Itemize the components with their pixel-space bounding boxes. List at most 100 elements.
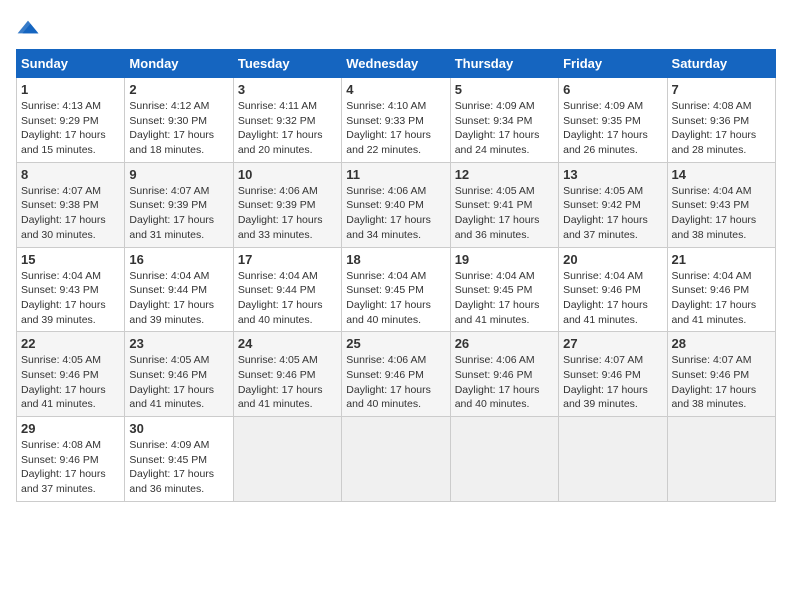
day-info: Sunrise: 4:04 AMSunset: 9:45 PMDaylight:…: [346, 269, 445, 328]
calendar-cell: 21 Sunrise: 4:04 AMSunset: 9:46 PMDayligh…: [667, 247, 775, 332]
calendar-cell: 24 Sunrise: 4:05 AMSunset: 9:46 PMDayligh…: [233, 332, 341, 417]
calendar-cell: 16 Sunrise: 4:04 AMSunset: 9:44 PMDayligh…: [125, 247, 233, 332]
day-number: 23: [129, 336, 228, 351]
calendar-week-4: 22 Sunrise: 4:05 AMSunset: 9:46 PMDayligh…: [17, 332, 776, 417]
calendar-cell: 4 Sunrise: 4:10 AMSunset: 9:33 PMDaylight…: [342, 78, 450, 163]
day-number: 6: [563, 82, 662, 97]
day-number: 3: [238, 82, 337, 97]
day-number: 21: [672, 252, 771, 267]
calendar-cell: 15 Sunrise: 4:04 AMSunset: 9:43 PMDayligh…: [17, 247, 125, 332]
calendar-cell: 19 Sunrise: 4:04 AMSunset: 9:45 PMDayligh…: [450, 247, 558, 332]
logo: [16, 16, 44, 37]
calendar-cell: 29 Sunrise: 4:08 AMSunset: 9:46 PMDayligh…: [17, 417, 125, 502]
day-info: Sunrise: 4:04 AMSunset: 9:44 PMDaylight:…: [129, 269, 228, 328]
logo-icon: [16, 17, 40, 37]
col-header-saturday: Saturday: [667, 50, 775, 78]
calendar-cell: 6 Sunrise: 4:09 AMSunset: 9:35 PMDaylight…: [559, 78, 667, 163]
calendar-week-2: 8 Sunrise: 4:07 AMSunset: 9:38 PMDaylight…: [17, 162, 776, 247]
calendar-cell: 18 Sunrise: 4:04 AMSunset: 9:45 PMDayligh…: [342, 247, 450, 332]
day-number: 16: [129, 252, 228, 267]
calendar-week-3: 15 Sunrise: 4:04 AMSunset: 9:43 PMDayligh…: [17, 247, 776, 332]
day-info: Sunrise: 4:06 AMSunset: 9:40 PMDaylight:…: [346, 184, 445, 243]
day-info: Sunrise: 4:04 AMSunset: 9:45 PMDaylight:…: [455, 269, 554, 328]
day-number: 17: [238, 252, 337, 267]
calendar-cell: 3 Sunrise: 4:11 AMSunset: 9:32 PMDaylight…: [233, 78, 341, 163]
day-number: 14: [672, 167, 771, 182]
day-info: Sunrise: 4:10 AMSunset: 9:33 PMDaylight:…: [346, 99, 445, 158]
day-info: Sunrise: 4:12 AMSunset: 9:30 PMDaylight:…: [129, 99, 228, 158]
col-header-friday: Friday: [559, 50, 667, 78]
calendar-cell: 13Sunrise: 4:05 AMSunset: 9:42 PMDayligh…: [559, 162, 667, 247]
day-info: Sunrise: 4:04 AMSunset: 9:46 PMDaylight:…: [672, 269, 771, 328]
day-number: 24: [238, 336, 337, 351]
day-info: Sunrise: 4:11 AMSunset: 9:32 PMDaylight:…: [238, 99, 337, 158]
day-number: 7: [672, 82, 771, 97]
day-number: 29: [21, 421, 120, 436]
calendar-cell: 25Sunrise: 4:06 AMSunset: 9:46 PMDayligh…: [342, 332, 450, 417]
col-header-thursday: Thursday: [450, 50, 558, 78]
calendar-cell: 20 Sunrise: 4:04 AMSunset: 9:46 PMDayligh…: [559, 247, 667, 332]
calendar-cell: 28 Sunrise: 4:07 AMSunset: 9:46 PMDayligh…: [667, 332, 775, 417]
calendar-cell: 1 Sunrise: 4:13 AMSunset: 9:29 PMDaylight…: [17, 78, 125, 163]
calendar-cell: 10Sunrise: 4:06 AMSunset: 9:39 PMDayligh…: [233, 162, 341, 247]
calendar-cell: 12 Sunrise: 4:05 AMSunset: 9:41 PMDayligh…: [450, 162, 558, 247]
calendar-cell: 11 Sunrise: 4:06 AMSunset: 9:40 PMDayligh…: [342, 162, 450, 247]
day-info: Sunrise: 4:04 AMSunset: 9:44 PMDaylight:…: [238, 269, 337, 328]
day-info: Sunrise: 4:05 AMSunset: 9:46 PMDaylight:…: [21, 353, 120, 412]
day-info: Sunrise: 4:09 AMSunset: 9:35 PMDaylight:…: [563, 99, 662, 158]
day-number: 28: [672, 336, 771, 351]
col-header-wednesday: Wednesday: [342, 50, 450, 78]
day-info: Sunrise: 4:09 AMSunset: 9:34 PMDaylight:…: [455, 99, 554, 158]
calendar-cell: [342, 417, 450, 502]
day-number: 12: [455, 167, 554, 182]
calendar-cell: 5Sunrise: 4:09 AMSunset: 9:34 PMDaylight…: [450, 78, 558, 163]
day-number: 25: [346, 336, 445, 351]
day-info: Sunrise: 4:09 AMSunset: 9:45 PMDaylight:…: [129, 438, 228, 497]
calendar-cell: 14 Sunrise: 4:04 AMSunset: 9:43 PMDayligh…: [667, 162, 775, 247]
day-number: 20: [563, 252, 662, 267]
calendar-cell: 9Sunrise: 4:07 AMSunset: 9:39 PMDaylight…: [125, 162, 233, 247]
day-number: 30: [129, 421, 228, 436]
day-number: 27: [563, 336, 662, 351]
day-info: Sunrise: 4:07 AMSunset: 9:46 PMDaylight:…: [672, 353, 771, 412]
day-number: 8: [21, 167, 120, 182]
calendar-cell: 30 Sunrise: 4:09 AMSunset: 9:45 PMDayligh…: [125, 417, 233, 502]
col-header-tuesday: Tuesday: [233, 50, 341, 78]
day-number: 11: [346, 167, 445, 182]
calendar-cell: 2 Sunrise: 4:12 AMSunset: 9:30 PMDaylight…: [125, 78, 233, 163]
col-header-monday: Monday: [125, 50, 233, 78]
day-info: Sunrise: 4:05 AMSunset: 9:42 PMDaylight:…: [563, 184, 662, 243]
calendar-cell: [667, 417, 775, 502]
day-info: Sunrise: 4:04 AMSunset: 9:43 PMDaylight:…: [672, 184, 771, 243]
calendar-cell: 22 Sunrise: 4:05 AMSunset: 9:46 PMDayligh…: [17, 332, 125, 417]
day-info: Sunrise: 4:08 AMSunset: 9:46 PMDaylight:…: [21, 438, 120, 497]
day-info: Sunrise: 4:07 AMSunset: 9:38 PMDaylight:…: [21, 184, 120, 243]
day-info: Sunrise: 4:07 AMSunset: 9:46 PMDaylight:…: [563, 353, 662, 412]
calendar-cell: 23 Sunrise: 4:05 AMSunset: 9:46 PMDayligh…: [125, 332, 233, 417]
calendar-cell: 8 Sunrise: 4:07 AMSunset: 9:38 PMDaylight…: [17, 162, 125, 247]
day-number: 1: [21, 82, 120, 97]
day-info: Sunrise: 4:05 AMSunset: 9:46 PMDaylight:…: [129, 353, 228, 412]
day-number: 19: [455, 252, 554, 267]
day-info: Sunrise: 4:13 AMSunset: 9:29 PMDaylight:…: [21, 99, 120, 158]
calendar-cell: [233, 417, 341, 502]
day-number: 26: [455, 336, 554, 351]
calendar-cell: [450, 417, 558, 502]
day-info: Sunrise: 4:05 AMSunset: 9:46 PMDaylight:…: [238, 353, 337, 412]
day-info: Sunrise: 4:06 AMSunset: 9:39 PMDaylight:…: [238, 184, 337, 243]
day-info: Sunrise: 4:04 AMSunset: 9:43 PMDaylight:…: [21, 269, 120, 328]
day-number: 22: [21, 336, 120, 351]
calendar-cell: 17 Sunrise: 4:04 AMSunset: 9:44 PMDayligh…: [233, 247, 341, 332]
calendar-cell: [559, 417, 667, 502]
day-number: 4: [346, 82, 445, 97]
day-number: 18: [346, 252, 445, 267]
calendar-header-row: SundayMondayTuesdayWednesdayThursdayFrid…: [17, 50, 776, 78]
day-number: 15: [21, 252, 120, 267]
calendar-week-1: 1 Sunrise: 4:13 AMSunset: 9:29 PMDaylight…: [17, 78, 776, 163]
day-number: 2: [129, 82, 228, 97]
day-info: Sunrise: 4:05 AMSunset: 9:41 PMDaylight:…: [455, 184, 554, 243]
calendar-table: SundayMondayTuesdayWednesdayThursdayFrid…: [16, 49, 776, 502]
calendar-cell: 7Sunrise: 4:08 AMSunset: 9:36 PMDaylight…: [667, 78, 775, 163]
day-info: Sunrise: 4:07 AMSunset: 9:39 PMDaylight:…: [129, 184, 228, 243]
day-info: Sunrise: 4:04 AMSunset: 9:46 PMDaylight:…: [563, 269, 662, 328]
